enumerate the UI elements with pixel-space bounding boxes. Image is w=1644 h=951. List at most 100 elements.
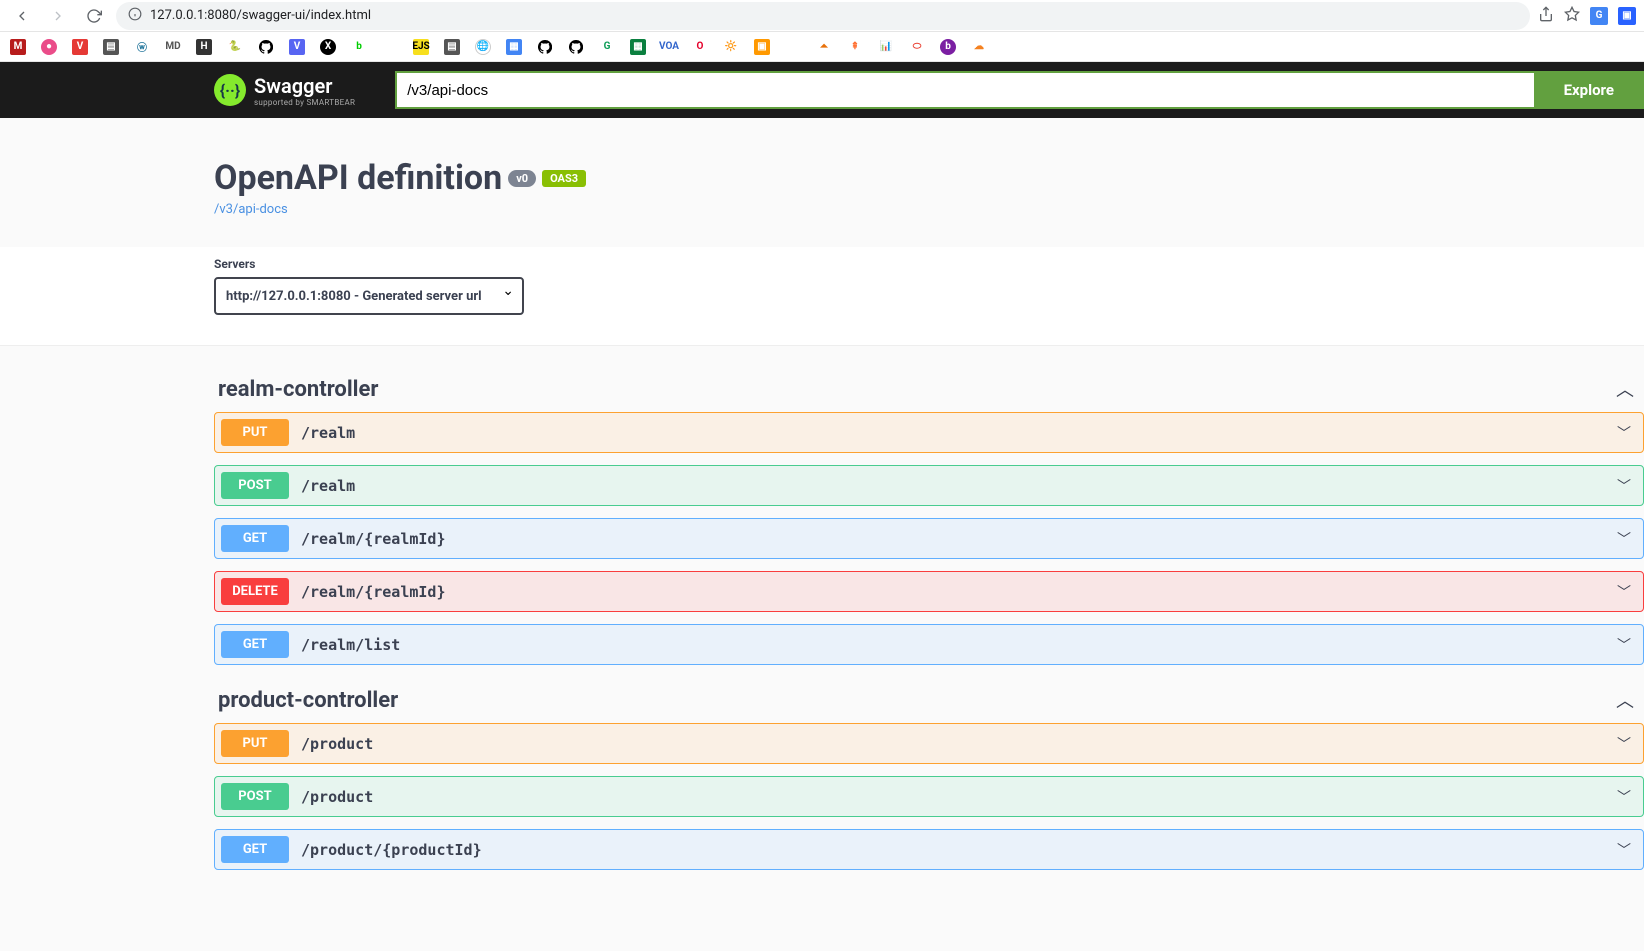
- bookmark-icon[interactable]: EJS: [413, 39, 429, 55]
- bookmark-icon[interactable]: ▤: [103, 39, 119, 55]
- operation-row[interactable]: PUT/product﹀: [214, 723, 1644, 764]
- chevron-down-icon: ﹀: [1617, 734, 1637, 754]
- chevron-down-icon: ﹀: [1617, 529, 1637, 549]
- operation-path: /realm/{realmId}: [289, 530, 1617, 548]
- bookmark-icon[interactable]: X: [320, 39, 336, 55]
- servers-section: Servers http://127.0.0.1:8080 - Generate…: [0, 247, 1644, 346]
- servers-label: Servers: [214, 257, 1444, 271]
- bookmark-icon[interactable]: 🌐: [475, 39, 491, 55]
- operation-path: /realm/{realmId}: [289, 583, 1617, 601]
- operation-method: PUT: [221, 730, 289, 757]
- bookmark-icon[interactable]: ●: [41, 39, 57, 55]
- bookmark-icon[interactable]: MD: [165, 39, 181, 55]
- operation-row[interactable]: DELETE/realm/{realmId}﹀: [214, 571, 1644, 612]
- swagger-logo: {··} Swagger supported by SMARTBEAR: [214, 74, 355, 107]
- bookmark-icon[interactable]: ▦: [630, 39, 646, 55]
- bookmark-icon[interactable]: O: [692, 39, 708, 55]
- api-docs-link[interactable]: /v3/api-docs: [214, 202, 288, 217]
- share-icon[interactable]: [1538, 6, 1554, 26]
- bookmark-icon[interactable]: b: [940, 39, 956, 55]
- operation-method: GET: [221, 525, 289, 552]
- url-bar[interactable]: 127.0.0.1:8080/swagger-ui/index.html: [116, 2, 1530, 30]
- operations-container: realm-controller︿PUT/realm﹀POST/realm﹀GE…: [214, 346, 1644, 870]
- operation-method: GET: [221, 631, 289, 658]
- reload-button[interactable]: [80, 2, 108, 30]
- bookmark-icon[interactable]: [568, 39, 584, 55]
- bookmark-icon[interactable]: [258, 39, 274, 55]
- bookmark-icon[interactable]: M: [10, 39, 26, 55]
- browser-toolbar: 127.0.0.1:8080/swagger-ui/index.html G ▣: [0, 0, 1644, 32]
- operation-row[interactable]: POST/product﹀: [214, 776, 1644, 817]
- back-button[interactable]: [8, 2, 36, 30]
- bookmark-icon[interactable]: ⓦ: [134, 39, 150, 55]
- bookmark-icon[interactable]: 🅰: [785, 39, 801, 55]
- bookmark-icon[interactable]: V: [72, 39, 88, 55]
- toolbar-right: G ▣: [1538, 6, 1636, 26]
- bookmark-icon[interactable]: ⏶: [816, 39, 832, 55]
- tag-header[interactable]: product-controller ︿: [214, 677, 1644, 723]
- chevron-down-icon: ﹀: [1617, 787, 1637, 807]
- chevron-down-icon: ﹀: [1617, 476, 1637, 496]
- extension-icon[interactable]: ▣: [1618, 7, 1636, 25]
- explore-button[interactable]: Explore: [1534, 71, 1644, 109]
- tag-name: product-controller: [218, 688, 398, 713]
- bookmark-icon[interactable]: G: [599, 39, 615, 55]
- operation-row[interactable]: POST/realm﹀: [214, 465, 1644, 506]
- logo-text: Swagger: [254, 74, 355, 98]
- bookmark-icon[interactable]: ⬭: [909, 39, 925, 55]
- bookmark-icon[interactable]: ▦: [506, 39, 522, 55]
- tag-name: realm-controller: [218, 377, 378, 402]
- bookmark-icon[interactable]: H: [196, 39, 212, 55]
- api-title: OpenAPI definition: [214, 158, 502, 198]
- operation-method: DELETE: [221, 578, 289, 605]
- chevron-down-icon: ﹀: [1617, 582, 1637, 602]
- info-icon: [128, 7, 142, 25]
- bookmark-icon[interactable]: V: [289, 39, 305, 55]
- bookmark-icon[interactable]: [537, 39, 553, 55]
- swagger-logo-text: Swagger supported by SMARTBEAR: [254, 74, 355, 107]
- tag-header[interactable]: realm-controller ︿: [214, 366, 1644, 412]
- operation-method: PUT: [221, 419, 289, 446]
- operation-path: /realm: [289, 424, 1617, 442]
- url-text: 127.0.0.1:8080/swagger-ui/index.html: [150, 8, 371, 23]
- bookmark-icon[interactable]: ▣: [754, 39, 770, 55]
- bookmark-icon[interactable]: [382, 39, 398, 55]
- bookmark-icon[interactable]: VOA: [661, 39, 677, 55]
- swagger-logo-icon: {··}: [214, 74, 246, 106]
- bookmark-icon[interactable]: b: [351, 39, 367, 55]
- operation-path: /realm/list: [289, 636, 1617, 654]
- operation-path: /product: [289, 788, 1617, 806]
- bookmark-icon[interactable]: ▤: [444, 39, 460, 55]
- explore-input[interactable]: [395, 71, 1533, 109]
- operation-row[interactable]: PUT/realm﹀: [214, 412, 1644, 453]
- bookmark-icon[interactable]: 📊: [878, 39, 894, 55]
- version-badge: v0: [508, 170, 536, 187]
- forward-button[interactable]: [44, 2, 72, 30]
- operation-path: /realm: [289, 477, 1617, 495]
- bookmark-icon[interactable]: 🐍: [227, 39, 243, 55]
- star-icon[interactable]: [1564, 6, 1580, 26]
- chevron-down-icon: ﹀: [1617, 840, 1637, 860]
- operation-path: /product/{productId}: [289, 841, 1617, 859]
- bookmarks-bar: M ● V ▤ ⓦ MD H 🐍 V X b EJS ▤ 🌐 ▦ G ▦ VOA…: [0, 32, 1644, 62]
- info-section: OpenAPI definition v0 OAS3 /v3/api-docs: [0, 118, 1644, 247]
- chevron-up-icon: ︿: [1616, 687, 1634, 713]
- bookmark-icon[interactable]: 🔆: [723, 39, 739, 55]
- chevron-up-icon: ︿: [1616, 376, 1634, 402]
- operation-row[interactable]: GET/product/{productId}﹀: [214, 829, 1644, 870]
- operation-method: GET: [221, 836, 289, 863]
- logo-subtext: supported by SMARTBEAR: [254, 98, 355, 107]
- server-select[interactable]: http://127.0.0.1:8080 - Generated server…: [214, 277, 524, 315]
- bookmark-icon[interactable]: ⇞: [847, 39, 863, 55]
- operation-method: POST: [221, 472, 289, 499]
- operation-row[interactable]: GET/realm/list﹀: [214, 624, 1644, 665]
- operation-path: /product: [289, 735, 1617, 753]
- extension-icon[interactable]: G: [1590, 7, 1608, 25]
- swagger-header: {··} Swagger supported by SMARTBEAR Expl…: [0, 62, 1644, 118]
- chevron-down-icon: ﹀: [1617, 635, 1637, 655]
- operation-method: POST: [221, 783, 289, 810]
- chevron-down-icon: ﹀: [1617, 423, 1637, 443]
- bookmark-icon[interactable]: ☁: [971, 39, 987, 55]
- oas-badge: OAS3: [542, 170, 586, 187]
- operation-row[interactable]: GET/realm/{realmId}﹀: [214, 518, 1644, 559]
